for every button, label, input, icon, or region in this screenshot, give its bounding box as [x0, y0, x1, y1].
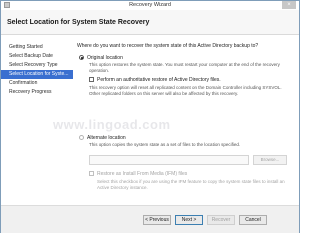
window-title: Recovery Wizard [129, 2, 171, 8]
step-select-backup-date[interactable]: Select Backup Date [1, 52, 73, 61]
ifm-files-label[interactable]: Restore as Install From Media (IFM) file… [97, 171, 187, 177]
alternate-location-radio[interactable] [79, 135, 84, 140]
authoritative-restore-label[interactable]: Perform an authoritative restore of Acti… [97, 77, 221, 83]
previous-button[interactable]: < Previous [143, 215, 171, 225]
cancel-button[interactable]: Cancel [239, 215, 267, 225]
alternate-location-label[interactable]: Alternate location [87, 135, 126, 141]
alternate-location-description: This option copies the system state as a… [89, 142, 241, 147]
wizard-header: Select Location for System State Recover… [1, 10, 299, 35]
next-button[interactable]: Next > [175, 215, 203, 225]
browse-button[interactable]: Browse... [253, 155, 287, 165]
recovery-wizard-window: Recovery Wizard × Select Location for Sy… [0, 0, 300, 233]
step-select-recovery-type[interactable]: Select Recovery Type [1, 61, 73, 70]
alternate-location-path-input[interactable] [89, 155, 249, 165]
step-confirmation[interactable]: Confirmation [1, 79, 73, 88]
wizard-footer: < Previous Next > Recover Cancel [1, 205, 299, 233]
ifm-files-description: Select this checkbox if you are using th… [97, 179, 285, 190]
title-bar: Recovery Wizard × [1, 1, 299, 10]
ifm-files-checkbox[interactable] [89, 171, 94, 176]
page-title: Select Location for System State Recover… [7, 19, 150, 26]
step-select-location[interactable]: Select Location for Syste... [1, 70, 73, 79]
original-location-description: This option restores the system state. Y… [89, 62, 280, 73]
location-prompt: Where do you want to recover the system … [77, 43, 259, 49]
wizard-steps-nav: Getting Started Select Backup Date Selec… [1, 35, 73, 205]
close-button[interactable]: × [282, 1, 296, 9]
step-recovery-progress[interactable]: Recovery Progress [1, 88, 73, 97]
original-location-label[interactable]: Original location [87, 55, 123, 61]
step-getting-started[interactable]: Getting Started [1, 43, 73, 52]
recover-button[interactable]: Recover [207, 215, 235, 225]
original-location-radio[interactable] [79, 55, 84, 60]
authoritative-restore-description: This recovery option will reset all repl… [89, 85, 282, 96]
wizard-content: Where do you want to recover the system … [77, 39, 295, 205]
authoritative-restore-checkbox[interactable] [89, 77, 94, 82]
